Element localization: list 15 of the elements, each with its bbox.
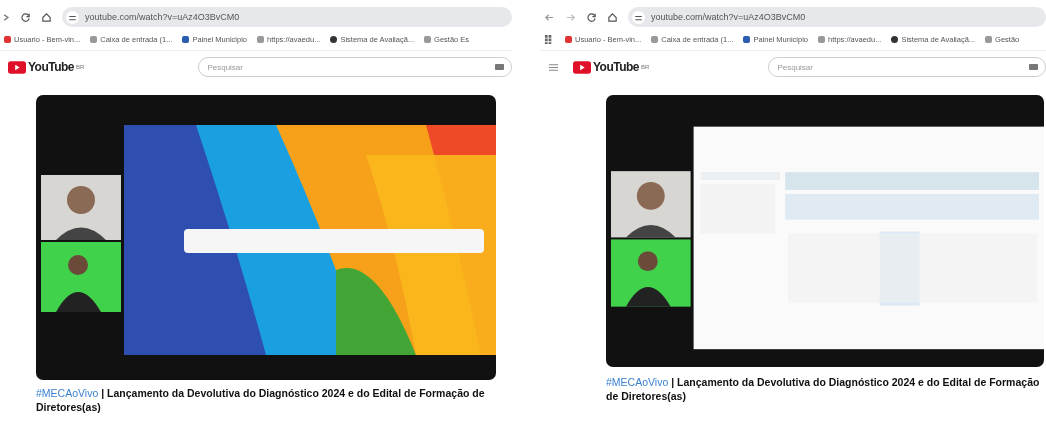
- video-title: #MECAoVivo | Lançamento da Devolutiva do Diagnóstico 2024 e do Edital de Formação de Diretores(as): [606, 375, 1041, 403]
- reload-icon[interactable]: [20, 11, 31, 23]
- search-field[interactable]: Pesquisar: [198, 57, 512, 77]
- hashtag-link[interactable]: #MECAoVivo: [606, 376, 669, 388]
- youtube-logo[interactable]: YouTube $^{BR}$: [8, 60, 85, 74]
- search-field[interactable]: Pesquisar: [768, 57, 1046, 77]
- video-title: #MECAoVivo | Lançamento da Devolutiva do Diagnóstico 2024 e do Edital de Formação de Diretores(as): [36, 386, 486, 414]
- home-icon[interactable]: [41, 11, 52, 23]
- address-bar[interactable]: youtube.com/watch?v=uAz4O3BvCM0: [62, 7, 512, 27]
- youtube-logo[interactable]: YouTube $^{BR}$: [573, 60, 650, 74]
- menu-icon[interactable]: [548, 61, 559, 73]
- reload-icon[interactable]: [586, 11, 597, 23]
- address-bar[interactable]: youtube.com/watch?v=uAz4O3BvCM0: [628, 7, 1046, 27]
- hashtag-link[interactable]: #MECAoVivo: [36, 387, 99, 399]
- home-icon[interactable]: [607, 11, 618, 23]
